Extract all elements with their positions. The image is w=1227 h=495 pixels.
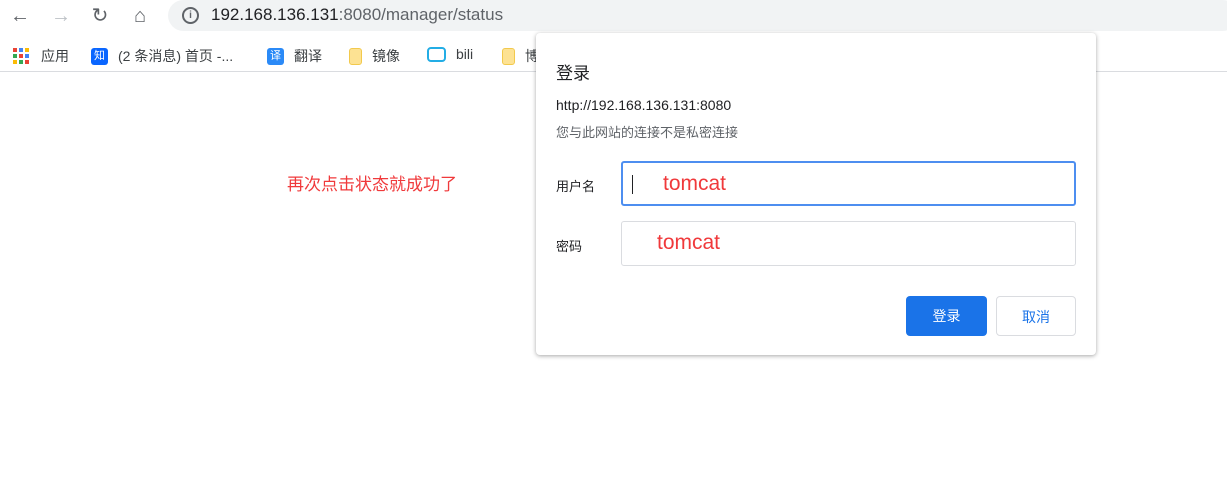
bookmark-label: (2 条消息) 首页 -... bbox=[118, 48, 234, 64]
bookmark-zhihu[interactable]: 知 (2 条消息) 首页 -... bbox=[91, 46, 233, 66]
username-value: tomcat bbox=[663, 172, 727, 195]
bookmark-label: 翻译 bbox=[294, 48, 322, 64]
forward-icon[interactable]: → bbox=[48, 4, 74, 28]
translate-icon: 译 bbox=[267, 47, 284, 65]
password-value: tomcat bbox=[657, 231, 721, 254]
bookmark-blog[interactable]: 博 bbox=[502, 46, 539, 66]
back-icon[interactable]: ← bbox=[7, 4, 33, 28]
browser-toolbar: ← → ↻ ⌂ i 192.168.136.131:8080/manager/s… bbox=[0, 0, 1227, 33]
bookmark-label: bili bbox=[456, 46, 474, 62]
password-input[interactable]: tomcat bbox=[621, 221, 1076, 266]
cancel-button[interactable]: 取消 bbox=[996, 296, 1076, 336]
url-host: 192.168.136.131 bbox=[211, 5, 339, 24]
info-icon[interactable]: i bbox=[182, 7, 199, 24]
dialog-title: 登录 bbox=[556, 64, 590, 83]
folder-icon bbox=[349, 47, 362, 65]
login-dialog: 登录 http://192.168.136.131:8080 您与此网站的连接不… bbox=[536, 33, 1096, 355]
address-bar[interactable]: i 192.168.136.131:8080/manager/status bbox=[168, 0, 1227, 31]
password-label: 密码 bbox=[556, 239, 583, 254]
apps-grid-icon bbox=[13, 48, 29, 64]
folder-icon bbox=[502, 47, 515, 65]
url-path: :8080/manager/status bbox=[338, 5, 504, 24]
url-text[interactable]: 192.168.136.131:8080/manager/status bbox=[211, 5, 503, 25]
username-input[interactable]: tomcat bbox=[621, 161, 1076, 206]
bilibili-icon bbox=[427, 46, 446, 62]
login-button[interactable]: 登录 bbox=[906, 296, 987, 336]
bookmark-label: 镜像 bbox=[372, 48, 400, 64]
annotation-text: 再次点击状态就成功了 bbox=[287, 175, 457, 194]
text-caret bbox=[632, 175, 633, 194]
bookmark-label: 应用 bbox=[41, 48, 69, 64]
zhihu-icon: 知 bbox=[91, 47, 108, 65]
bookmark-mirror[interactable]: 镜像 bbox=[349, 46, 400, 66]
connection-warning: 您与此网站的连接不是私密连接 bbox=[556, 125, 739, 140]
home-icon[interactable]: ⌂ bbox=[127, 4, 153, 28]
bookmark-apps[interactable]: 应用 bbox=[13, 46, 69, 66]
reload-icon[interactable]: ↻ bbox=[87, 4, 113, 28]
bookmark-bili[interactable]: bili bbox=[427, 46, 473, 62]
dialog-origin: http://192.168.136.131:8080 bbox=[556, 97, 732, 113]
username-label: 用户名 bbox=[556, 179, 596, 194]
bookmark-translate[interactable]: 译 翻译 bbox=[267, 46, 322, 66]
